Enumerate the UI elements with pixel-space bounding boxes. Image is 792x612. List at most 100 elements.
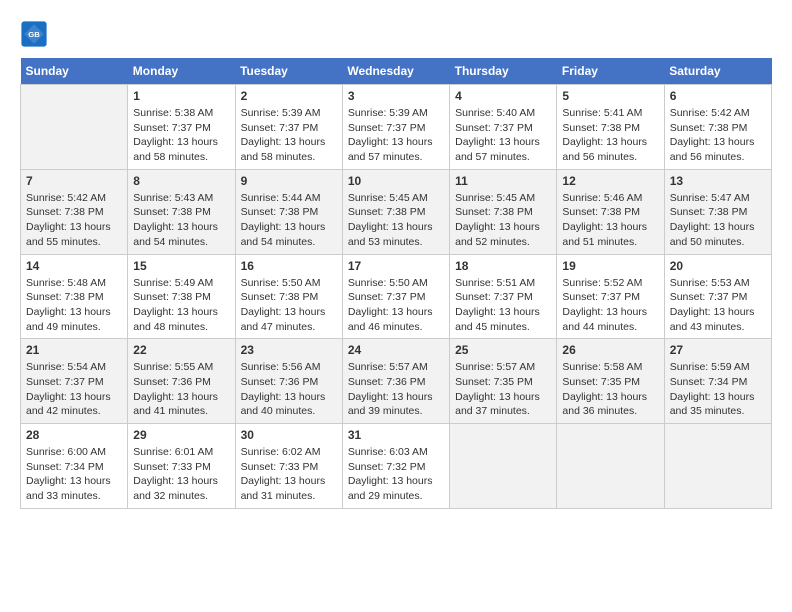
day-info: Sunrise: 5:41 AMSunset: 7:38 PMDaylight:… bbox=[562, 106, 658, 165]
weekday-header-sunday: Sunday bbox=[21, 58, 128, 85]
day-info: Sunrise: 6:02 AMSunset: 7:33 PMDaylight:… bbox=[241, 445, 337, 504]
weekday-header-monday: Monday bbox=[128, 58, 235, 85]
calendar-cell: 8 Sunrise: 5:43 AMSunset: 7:38 PMDaylight… bbox=[128, 169, 235, 254]
calendar-cell: 10 Sunrise: 5:45 AMSunset: 7:38 PMDayligh… bbox=[342, 169, 449, 254]
day-info: Sunrise: 5:55 AMSunset: 7:36 PMDaylight:… bbox=[133, 360, 229, 419]
calendar-cell: 17 Sunrise: 5:50 AMSunset: 7:37 PMDayligh… bbox=[342, 254, 449, 339]
calendar-cell: 29 Sunrise: 6:01 AMSunset: 7:33 PMDayligh… bbox=[128, 424, 235, 509]
day-number: 26 bbox=[562, 343, 658, 357]
weekday-header-tuesday: Tuesday bbox=[235, 58, 342, 85]
day-info: Sunrise: 5:57 AMSunset: 7:35 PMDaylight:… bbox=[455, 360, 551, 419]
day-number: 9 bbox=[241, 174, 337, 188]
day-info: Sunrise: 5:46 AMSunset: 7:38 PMDaylight:… bbox=[562, 191, 658, 250]
day-info: Sunrise: 5:49 AMSunset: 7:38 PMDaylight:… bbox=[133, 276, 229, 335]
calendar-cell: 27 Sunrise: 5:59 AMSunset: 7:34 PMDayligh… bbox=[664, 339, 771, 424]
day-number: 20 bbox=[670, 259, 766, 273]
day-number: 14 bbox=[26, 259, 122, 273]
day-number: 16 bbox=[241, 259, 337, 273]
day-info: Sunrise: 6:01 AMSunset: 7:33 PMDaylight:… bbox=[133, 445, 229, 504]
calendar-cell: 4Sunrise: 5:40 AMSunset: 7:37 PMDaylight… bbox=[450, 85, 557, 170]
day-number: 28 bbox=[26, 428, 122, 442]
weekday-header-saturday: Saturday bbox=[664, 58, 771, 85]
day-number: 18 bbox=[455, 259, 551, 273]
day-number: 7 bbox=[26, 174, 122, 188]
calendar-cell: 23 Sunrise: 5:56 AMSunset: 7:36 PMDayligh… bbox=[235, 339, 342, 424]
svg-text:GB: GB bbox=[28, 30, 40, 39]
day-info: Sunrise: 5:50 AMSunset: 7:37 PMDaylight:… bbox=[348, 276, 444, 335]
calendar-cell: 19 Sunrise: 5:52 AMSunset: 7:37 PMDayligh… bbox=[557, 254, 664, 339]
calendar-cell bbox=[664, 424, 771, 509]
day-info: Sunrise: 5:42 AMSunset: 7:38 PMDaylight:… bbox=[26, 191, 122, 250]
calendar-cell: 20Sunrise: 5:53 AMSunset: 7:37 PMDayligh… bbox=[664, 254, 771, 339]
day-info: Sunrise: 5:58 AMSunset: 7:35 PMDaylight:… bbox=[562, 360, 658, 419]
day-number: 19 bbox=[562, 259, 658, 273]
day-info: Sunrise: 5:40 AMSunset: 7:37 PMDaylight:… bbox=[455, 106, 551, 165]
day-info: Sunrise: 5:42 AMSunset: 7:38 PMDaylight:… bbox=[670, 106, 766, 165]
day-info: Sunrise: 6:03 AMSunset: 7:32 PMDaylight:… bbox=[348, 445, 444, 504]
calendar-week-1: 1 Sunrise: 5:38 AMSunset: 7:37 PMDaylight… bbox=[21, 85, 772, 170]
day-number: 24 bbox=[348, 343, 444, 357]
day-number: 21 bbox=[26, 343, 122, 357]
calendar-cell: 3Sunrise: 5:39 AMSunset: 7:37 PMDaylight… bbox=[342, 85, 449, 170]
logo-icon: GB bbox=[20, 20, 48, 48]
day-info: Sunrise: 5:45 AMSunset: 7:38 PMDaylight:… bbox=[348, 191, 444, 250]
day-number: 6 bbox=[670, 89, 766, 103]
calendar-cell bbox=[557, 424, 664, 509]
calendar-cell: 9 Sunrise: 5:44 AMSunset: 7:38 PMDaylight… bbox=[235, 169, 342, 254]
day-number: 5 bbox=[562, 89, 658, 103]
day-number: 25 bbox=[455, 343, 551, 357]
day-number: 17 bbox=[348, 259, 444, 273]
calendar-cell bbox=[450, 424, 557, 509]
day-number: 13 bbox=[670, 174, 766, 188]
day-number: 12 bbox=[562, 174, 658, 188]
day-number: 10 bbox=[348, 174, 444, 188]
calendar-week-2: 7 Sunrise: 5:42 AMSunset: 7:38 PMDaylight… bbox=[21, 169, 772, 254]
weekday-header-thursday: Thursday bbox=[450, 58, 557, 85]
day-number: 31 bbox=[348, 428, 444, 442]
day-info: Sunrise: 5:44 AMSunset: 7:38 PMDaylight:… bbox=[241, 191, 337, 250]
calendar-cell: 30 Sunrise: 6:02 AMSunset: 7:33 PMDayligh… bbox=[235, 424, 342, 509]
calendar-cell: 25 Sunrise: 5:57 AMSunset: 7:35 PMDayligh… bbox=[450, 339, 557, 424]
day-number: 30 bbox=[241, 428, 337, 442]
calendar-cell: 5 Sunrise: 5:41 AMSunset: 7:38 PMDaylight… bbox=[557, 85, 664, 170]
calendar-week-3: 14 Sunrise: 5:48 AMSunset: 7:38 PMDayligh… bbox=[21, 254, 772, 339]
calendar-cell: 22 Sunrise: 5:55 AMSunset: 7:36 PMDayligh… bbox=[128, 339, 235, 424]
calendar-cell: 26 Sunrise: 5:58 AMSunset: 7:35 PMDayligh… bbox=[557, 339, 664, 424]
calendar-cell: 21 Sunrise: 5:54 AMSunset: 7:37 PMDayligh… bbox=[21, 339, 128, 424]
calendar-cell: 18 Sunrise: 5:51 AMSunset: 7:37 PMDayligh… bbox=[450, 254, 557, 339]
day-info: Sunrise: 5:54 AMSunset: 7:37 PMDaylight:… bbox=[26, 360, 122, 419]
day-info: Sunrise: 5:56 AMSunset: 7:36 PMDaylight:… bbox=[241, 360, 337, 419]
calendar-cell: 7 Sunrise: 5:42 AMSunset: 7:38 PMDaylight… bbox=[21, 169, 128, 254]
logo: GB bbox=[20, 20, 52, 48]
day-number: 27 bbox=[670, 343, 766, 357]
page-header: GB bbox=[20, 20, 772, 48]
calendar-body: 1 Sunrise: 5:38 AMSunset: 7:37 PMDaylight… bbox=[21, 85, 772, 509]
calendar-cell: 13Sunrise: 5:47 AMSunset: 7:38 PMDayligh… bbox=[664, 169, 771, 254]
day-number: 1 bbox=[133, 89, 229, 103]
day-info: Sunrise: 5:48 AMSunset: 7:38 PMDaylight:… bbox=[26, 276, 122, 335]
calendar-table: SundayMondayTuesdayWednesdayThursdayFrid… bbox=[20, 58, 772, 509]
day-info: Sunrise: 5:59 AMSunset: 7:34 PMDaylight:… bbox=[670, 360, 766, 419]
calendar-cell: 11Sunrise: 5:45 AMSunset: 7:38 PMDayligh… bbox=[450, 169, 557, 254]
day-info: Sunrise: 5:50 AMSunset: 7:38 PMDaylight:… bbox=[241, 276, 337, 335]
calendar-cell: 31 Sunrise: 6:03 AMSunset: 7:32 PMDayligh… bbox=[342, 424, 449, 509]
calendar-cell: 12 Sunrise: 5:46 AMSunset: 7:38 PMDayligh… bbox=[557, 169, 664, 254]
day-info: Sunrise: 5:51 AMSunset: 7:37 PMDaylight:… bbox=[455, 276, 551, 335]
day-number: 23 bbox=[241, 343, 337, 357]
day-number: 8 bbox=[133, 174, 229, 188]
calendar-cell: 16 Sunrise: 5:50 AMSunset: 7:38 PMDayligh… bbox=[235, 254, 342, 339]
day-number: 29 bbox=[133, 428, 229, 442]
day-info: Sunrise: 5:38 AMSunset: 7:37 PMDaylight:… bbox=[133, 106, 229, 165]
weekday-header-wednesday: Wednesday bbox=[342, 58, 449, 85]
calendar-cell: 6 Sunrise: 5:42 AMSunset: 7:38 PMDaylight… bbox=[664, 85, 771, 170]
weekday-header-friday: Friday bbox=[557, 58, 664, 85]
day-info: Sunrise: 5:39 AMSunset: 7:37 PMDaylight:… bbox=[241, 106, 337, 165]
calendar-cell: 15 Sunrise: 5:49 AMSunset: 7:38 PMDayligh… bbox=[128, 254, 235, 339]
calendar-week-4: 21 Sunrise: 5:54 AMSunset: 7:37 PMDayligh… bbox=[21, 339, 772, 424]
day-number: 22 bbox=[133, 343, 229, 357]
day-info: Sunrise: 5:52 AMSunset: 7:37 PMDaylight:… bbox=[562, 276, 658, 335]
day-info: Sunrise: 5:43 AMSunset: 7:38 PMDaylight:… bbox=[133, 191, 229, 250]
day-number: 15 bbox=[133, 259, 229, 273]
calendar-week-5: 28Sunrise: 6:00 AMSunset: 7:34 PMDayligh… bbox=[21, 424, 772, 509]
day-info: Sunrise: 5:45 AMSunset: 7:38 PMDaylight:… bbox=[455, 191, 551, 250]
